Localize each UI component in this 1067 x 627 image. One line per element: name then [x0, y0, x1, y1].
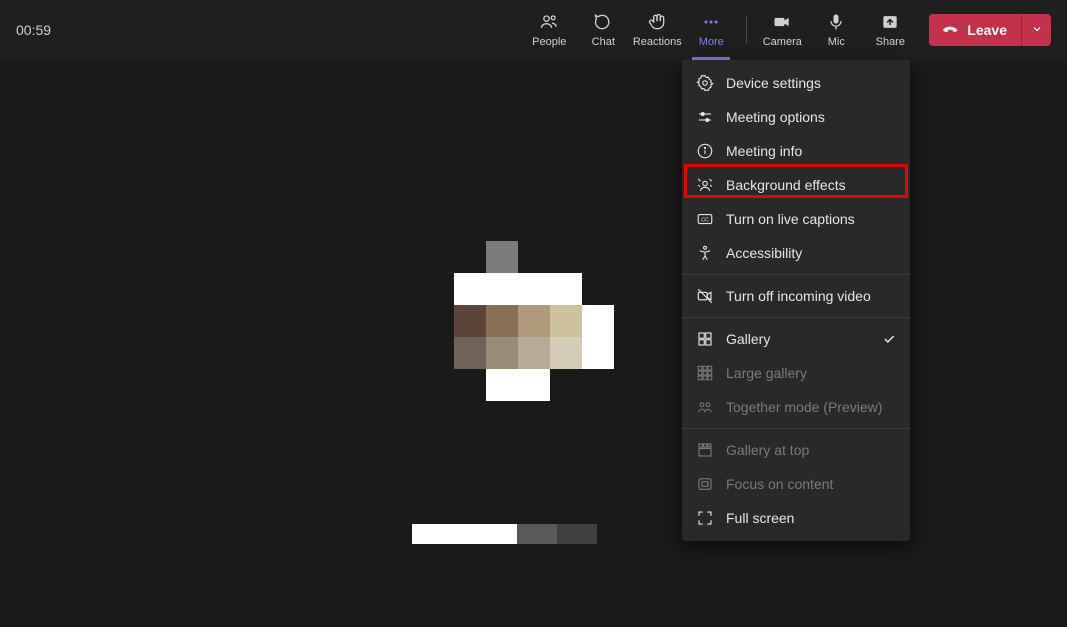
menu-divider	[682, 428, 910, 429]
share-icon	[880, 12, 900, 32]
cc-icon: CC	[696, 210, 714, 228]
menu-together-mode: Together mode (Preview)	[682, 390, 910, 424]
camera-icon	[772, 12, 792, 32]
participant-avatar	[454, 241, 614, 401]
gear-icon	[696, 74, 714, 92]
menu-focus-on-content-label: Focus on content	[726, 476, 833, 492]
meeting-toolbar: 00:59 People Chat Reactions More	[0, 0, 1067, 60]
chevron-down-icon	[1031, 23, 1043, 38]
menu-divider	[682, 274, 910, 275]
menu-divider	[682, 317, 910, 318]
more-menu: Device settings Meeting options Meeting …	[682, 60, 910, 541]
menu-accessibility[interactable]: Accessibility	[682, 236, 910, 270]
accessibility-icon	[696, 244, 714, 262]
reactions-button[interactable]: Reactions	[630, 5, 684, 55]
menu-background-effects[interactable]: Background effects	[682, 168, 910, 202]
mic-button[interactable]: Mic	[809, 5, 863, 55]
focus-icon	[696, 475, 714, 493]
background-effects-icon	[696, 176, 714, 194]
menu-meeting-info-label: Meeting info	[726, 143, 802, 159]
menu-gallery[interactable]: Gallery	[682, 322, 910, 356]
people-icon	[539, 12, 559, 32]
camera-off-icon	[696, 287, 714, 305]
svg-text:CC: CC	[701, 218, 709, 224]
leave-options-button[interactable]	[1021, 14, 1051, 46]
menu-live-captions[interactable]: CC Turn on live captions	[682, 202, 910, 236]
menu-focus-on-content: Focus on content	[682, 467, 910, 501]
name-label-redacted	[412, 524, 597, 544]
menu-accessibility-label: Accessibility	[726, 245, 802, 261]
leave-label: Leave	[967, 22, 1007, 38]
menu-large-gallery-label: Large gallery	[726, 365, 807, 381]
camera-button[interactable]: Camera	[755, 5, 809, 55]
menu-turn-off-incoming[interactable]: Turn off incoming video	[682, 279, 910, 313]
mic-icon	[826, 12, 846, 32]
gallery-top-icon	[696, 441, 714, 459]
together-mode-icon	[696, 398, 714, 416]
toolbar-divider	[746, 16, 747, 44]
large-gallery-icon	[696, 364, 714, 382]
menu-background-effects-label: Background effects	[726, 177, 846, 193]
menu-gallery-at-top-label: Gallery at top	[726, 442, 809, 458]
menu-together-mode-label: Together mode (Preview)	[726, 399, 882, 415]
reactions-label: Reactions	[633, 36, 682, 48]
mic-label: Mic	[828, 36, 845, 48]
menu-full-screen[interactable]: Full screen	[682, 501, 910, 535]
call-timer: 00:59	[16, 22, 51, 38]
sliders-icon	[696, 108, 714, 126]
toolbar-controls: People Chat Reactions More Camera	[522, 5, 1051, 55]
more-label: More	[699, 36, 724, 48]
menu-meeting-info[interactable]: Meeting info	[682, 134, 910, 168]
hangup-icon	[941, 20, 959, 41]
info-icon	[696, 142, 714, 160]
people-button[interactable]: People	[522, 5, 576, 55]
menu-meeting-options-label: Meeting options	[726, 109, 825, 125]
leave-button-group: Leave	[929, 14, 1051, 46]
menu-turn-off-incoming-label: Turn off incoming video	[726, 288, 871, 304]
menu-live-captions-label: Turn on live captions	[726, 211, 855, 227]
chat-label: Chat	[592, 36, 615, 48]
leave-button[interactable]: Leave	[929, 14, 1021, 46]
camera-label: Camera	[763, 36, 802, 48]
menu-meeting-options[interactable]: Meeting options	[682, 100, 910, 134]
more-button[interactable]: More	[684, 5, 738, 55]
menu-gallery-at-top: Gallery at top	[682, 433, 910, 467]
menu-large-gallery: Large gallery	[682, 356, 910, 390]
share-label: Share	[876, 36, 905, 48]
menu-device-settings[interactable]: Device settings	[682, 66, 910, 100]
people-label: People	[532, 36, 566, 48]
menu-device-settings-label: Device settings	[726, 75, 821, 91]
menu-gallery-label: Gallery	[726, 331, 770, 347]
chat-button[interactable]: Chat	[576, 5, 630, 55]
fullscreen-icon	[696, 509, 714, 527]
gallery-icon	[696, 330, 714, 348]
chat-icon	[593, 12, 613, 32]
check-icon	[882, 332, 896, 346]
menu-full-screen-label: Full screen	[726, 510, 794, 526]
more-icon	[701, 12, 721, 32]
share-button[interactable]: Share	[863, 5, 917, 55]
reactions-icon	[647, 12, 667, 32]
